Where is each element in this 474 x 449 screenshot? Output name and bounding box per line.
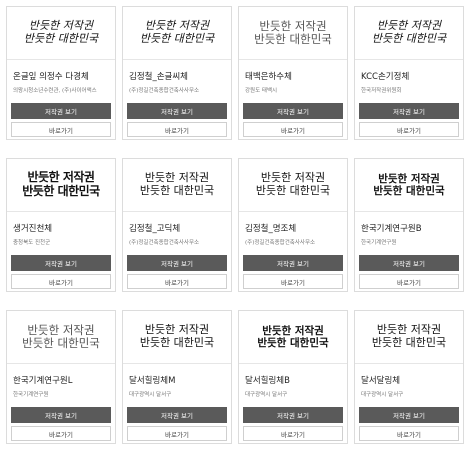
font-preview[interactable]: 반듯한 저작권 반듯한 대한민국 [123, 7, 231, 60]
view-copyright-button[interactable]: 저작권 보기 [127, 255, 227, 271]
font-organization: 한국기계연구원 [361, 240, 397, 246]
font-name: 달서힐링체M [129, 376, 176, 386]
font-organization: 대구광역시 달서구 [361, 392, 404, 398]
font-card[interactable]: 반듯한 저작권 반듯한 대한민국 KCC손기정체한국저작권위원회저작권 보기바로가기 [354, 6, 464, 140]
font-preview-line: 반듯한 대한민국 [371, 32, 447, 45]
view-copyright-button[interactable]: 저작권 보기 [11, 103, 111, 119]
font-preview-line: 반듯한 대한민국 [254, 32, 332, 46]
font-preview-line: 반듯한 대한민국 [373, 185, 445, 197]
font-preview[interactable]: 반듯한 저작권 반듯한 대한민국 [239, 159, 347, 212]
font-organization: 강원도 태백시 [245, 88, 278, 94]
font-name: 생거진천체 [13, 224, 53, 234]
view-copyright-button[interactable]: 저작권 보기 [359, 407, 459, 423]
go-to-button[interactable]: 바로가기 [359, 122, 459, 137]
view-copyright-button[interactable]: 저작권 보기 [359, 255, 459, 271]
go-to-button[interactable]: 바로가기 [127, 122, 227, 137]
font-preview[interactable]: 반듯한 저작권 반듯한 대한민국 [7, 7, 115, 60]
font-name: 김정철_고딕체 [129, 224, 181, 234]
font-name: 한국기계연구원B [361, 224, 422, 234]
font-name: 달서힐링체B [245, 376, 290, 386]
font-preview[interactable]: 반듯한 저작권 반듯한 대한민국 [7, 311, 115, 364]
font-preview-line: 반듯한 대한민국 [23, 32, 99, 45]
font-preview-line: 반듯한 대한민국 [139, 184, 215, 197]
font-card[interactable]: 반듯한 저작권 반듯한 대한민국온글잎 의정수 다경체의왕시청소년수련관, (주)… [6, 6, 116, 140]
go-to-button[interactable]: 바로가기 [359, 274, 459, 289]
font-card-grid: 반듯한 저작권 반듯한 대한민국 온글잎 의정수 다경체 의왕시청소년수련관, (주)… [6, 6, 464, 444]
go-to-button[interactable]: 바로가기 [243, 274, 343, 289]
go-to-button[interactable]: 바로가기 [11, 426, 111, 441]
font-organization: 의왕시청소년수련관, (주)사이어액스 [13, 88, 97, 94]
font-preview-line: 반듯한 대한민국 [257, 337, 329, 349]
view-copyright-button[interactable]: 저작권 보기 [359, 103, 459, 119]
font-card[interactable]: 반듯한 저작권 반듯한 대한민국달서힐링체B 대구광역시 달서구저작권 보기바로가기 [238, 310, 348, 444]
font-card[interactable]: 반듯한 저작권 반듯한 대한민국한국기계연구원L 한국기계연구원저작권 보기바로가기 [6, 310, 116, 444]
font-card[interactable]: 반듯한 저작권 반듯한 대한민국달서달링체대구광역시 달서구저작권 보기바로가기 [354, 310, 464, 444]
font-preview-line: 반듯한 대한민국 [139, 32, 215, 45]
font-organization: 대구광역시 달서구 [129, 392, 172, 398]
view-copyright-button[interactable]: 저작권 보기 [243, 255, 343, 271]
go-to-button[interactable]: 바로가기 [359, 426, 459, 441]
font-card[interactable]: 반듯한 저작권 반듯한 대한민국태백은하수체강원도 태백시저작권 보기바로가기 [238, 6, 348, 140]
font-preview-line: 반듯한 대한민국 [255, 184, 331, 197]
font-organization: 한국저작권위원회 [361, 88, 402, 94]
font-card[interactable]: 반듯한 저작권 반듯한 대한민국김정철_명조체 (주)정길건축종합건축사사무소저작권… [238, 158, 348, 292]
view-copyright-button[interactable]: 저작권 보기 [11, 407, 111, 423]
go-to-button[interactable]: 바로가기 [243, 426, 343, 441]
font-organization: 대구광역시 달서구 [245, 392, 288, 398]
view-copyright-button[interactable]: 저작권 보기 [127, 407, 227, 423]
font-card[interactable]: 반듯한 저작권 반듯한 대한민국김정철_고딕체 (주)정길건축종합건축사사무소저작권… [122, 158, 232, 292]
view-copyright-button[interactable]: 저작권 보기 [11, 255, 111, 271]
font-preview-line: 반듯한 대한민국 [22, 184, 100, 198]
font-preview[interactable]: 반듯한 저작권 반듯한 대한민국 [123, 159, 231, 212]
font-card[interactable]: 반듯한 저작권 반듯한 대한민국생거진천체충청북도 진천군저작권 보기바로가기 [6, 158, 116, 292]
font-organization: 한국기계연구원 [13, 392, 49, 398]
font-preview[interactable]: 반듯한 저작권 반듯한 대한민국 [7, 159, 115, 212]
font-preview[interactable]: 반듯한 저작권 반듯한 대한민국 [355, 311, 463, 364]
font-name: 달서달링체 [361, 376, 401, 386]
font-preview[interactable]: 반듯한 저작권 반듯한 대한민국 [239, 7, 347, 60]
font-preview-line: 반듯한 대한민국 [371, 336, 447, 349]
font-organization: (주)정길건축종합건축사사무소 [129, 240, 200, 246]
font-name: KCC손기정체 [361, 72, 410, 82]
font-preview-line: 반듯한 저작권 [378, 172, 440, 185]
font-preview-line: 반듯한 저작권 [27, 170, 95, 185]
font-card[interactable]: 반듯한 저작권 반듯한 대한민국한국기계연구원B 한국기계연구원저작권 보기바로가기 [354, 158, 464, 292]
view-copyright-button[interactable]: 저작권 보기 [243, 407, 343, 423]
font-preview[interactable]: 반듯한 저작권 반듯한 대한민국 [123, 311, 231, 364]
go-to-button[interactable]: 바로가기 [127, 274, 227, 289]
font-preview-line: 반듯한 대한민국 [139, 336, 215, 349]
font-preview[interactable]: 반듯한 저작권 반듯한 대한민국 [355, 159, 463, 212]
font-preview[interactable]: 반듯한 저작권 반듯한 대한민국 [355, 7, 463, 60]
font-card[interactable]: 반듯한 저작권 반듯한 대한민국김정철_손글씨체 (주)정길건축종합건축사사무소저작… [122, 6, 232, 140]
font-name: 태백은하수체 [245, 72, 292, 82]
font-organization: (주)정길건축종합건축사사무소 [245, 240, 316, 246]
font-organization: 충청북도 진천군 [13, 240, 51, 246]
go-to-button[interactable]: 바로가기 [11, 122, 111, 137]
font-name: 한국기계연구원L [13, 376, 73, 386]
font-preview-line: 반듯한 대한민국 [22, 336, 100, 350]
view-copyright-button[interactable]: 저작권 보기 [127, 103, 227, 119]
font-name: 김정철_손글씨체 [129, 72, 188, 82]
font-preview-line: 반듯한 저작권 [262, 324, 324, 337]
go-to-button[interactable]: 바로가기 [243, 122, 343, 137]
go-to-button[interactable]: 바로가기 [127, 426, 227, 441]
font-card[interactable]: 반듯한 저작권 반듯한 대한민국달서힐링체M 대구광역시 달서구저작권 보기바로가기 [122, 310, 232, 444]
view-copyright-button[interactable]: 저작권 보기 [243, 103, 343, 119]
font-name: 김정철_명조체 [245, 224, 297, 234]
go-to-button[interactable]: 바로가기 [11, 274, 111, 289]
font-preview[interactable]: 반듯한 저작권 반듯한 대한민국 [239, 311, 347, 364]
font-organization: (주)정길건축종합건축사사무소 [129, 88, 200, 94]
font-name: 온글잎 의정수 다경체 [13, 72, 89, 82]
